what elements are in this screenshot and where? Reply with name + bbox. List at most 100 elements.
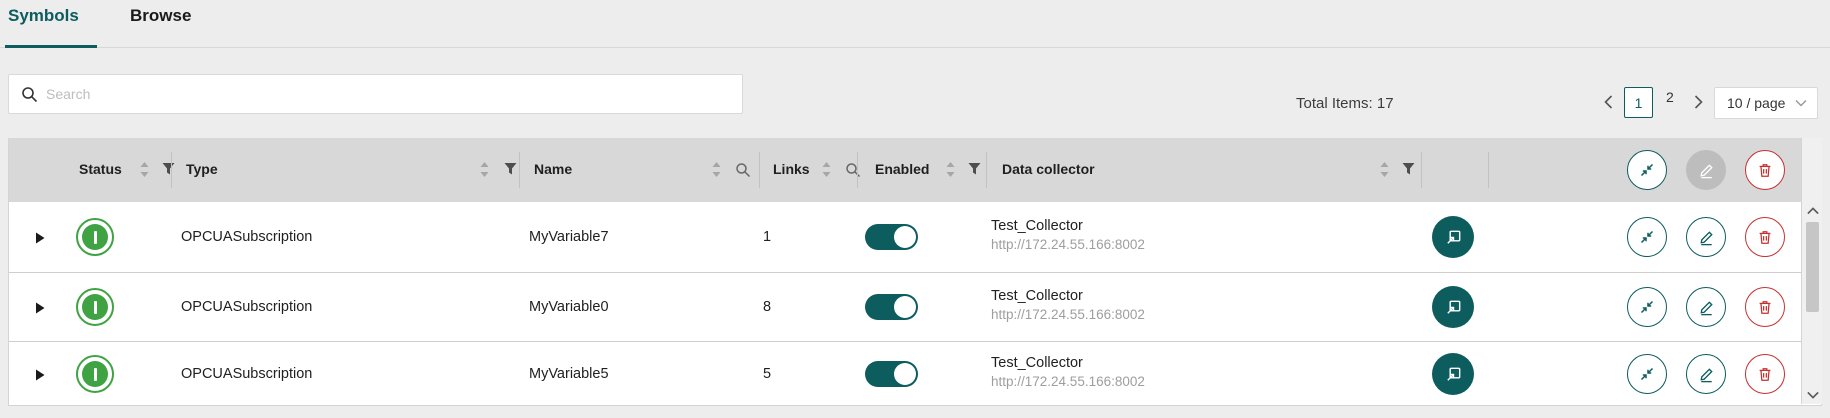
col-header-name[interactable]: Name (534, 161, 572, 177)
pencil-icon (1697, 298, 1716, 317)
scroll-down-icon[interactable] (1805, 388, 1820, 402)
data-collector-cell: Test_Collector http://172.24.55.166:8002 (991, 288, 1145, 322)
prev-page-button[interactable] (1598, 92, 1618, 112)
column-search-icon[interactable] (845, 162, 861, 183)
row-shrink-button[interactable] (1627, 217, 1667, 257)
pencil-icon (1697, 365, 1716, 384)
trash-icon (1756, 298, 1774, 316)
collector-name: Test_Collector (991, 288, 1145, 304)
row-delete-button[interactable] (1745, 354, 1785, 394)
table-row[interactable]: OPCUASubscription MyVariable0 8 Test_Col… (9, 272, 1801, 341)
expand-row-icon[interactable] (35, 301, 45, 313)
row-edit-button[interactable] (1686, 217, 1726, 257)
chevron-down-icon (1795, 99, 1807, 107)
toggle-knob (894, 226, 916, 248)
open-collector-button[interactable] (1432, 353, 1474, 395)
status-badge (76, 355, 114, 393)
scrollbar-thumb[interactable] (1806, 222, 1819, 312)
search-icon (21, 86, 38, 103)
row-delete-button[interactable] (1745, 287, 1785, 327)
col-header-data-collector[interactable]: Data collector (1002, 161, 1095, 177)
next-page-button[interactable] (1688, 92, 1708, 112)
shrink-arrows-icon (1637, 297, 1657, 317)
expand-row-icon[interactable] (35, 231, 45, 243)
shrink-arrows-icon (1637, 160, 1657, 180)
name-cell: MyVariable5 (529, 366, 609, 382)
name-cell: MyVariable0 (529, 299, 609, 315)
links-cell: 1 (763, 229, 771, 245)
page-2-button[interactable]: 2 (1666, 89, 1674, 105)
tabs-divider (0, 47, 1830, 48)
filter-funnel-icon[interactable] (161, 162, 176, 181)
open-collector-button[interactable] (1432, 216, 1474, 258)
open-collector-button[interactable] (1432, 286, 1474, 328)
search-input[interactable] (46, 86, 730, 102)
tab-browse[interactable]: Browse (130, 6, 191, 26)
toggle-knob (894, 363, 916, 385)
type-cell: OPCUASubscription (181, 299, 312, 315)
enabled-toggle[interactable] (865, 224, 918, 250)
pencil-icon (1697, 161, 1716, 180)
sort-carets-icon[interactable] (821, 161, 832, 183)
column-separator (1488, 152, 1489, 188)
filter-funnel-icon[interactable] (967, 162, 982, 181)
row-shrink-button[interactable] (1627, 354, 1667, 394)
tab-symbols[interactable]: Symbols (8, 6, 79, 26)
row-edit-button[interactable] (1686, 287, 1726, 327)
expand-row-icon[interactable] (35, 368, 45, 380)
table-row[interactable]: OPCUASubscription MyVariable7 1 Test_Col… (9, 202, 1801, 272)
collector-name: Test_Collector (991, 218, 1145, 234)
status-badge (76, 218, 114, 256)
page-size-value: 10 / page (1727, 95, 1785, 111)
links-cell: 5 (763, 366, 771, 382)
bulk-shrink-button[interactable] (1627, 150, 1667, 190)
column-search-icon[interactable] (735, 162, 751, 183)
chevron-left-icon (1604, 95, 1613, 109)
bulk-edit-button[interactable] (1686, 150, 1726, 190)
total-items-label: Total Items: 17 (1296, 95, 1394, 112)
trash-icon (1756, 365, 1774, 383)
type-cell: OPCUASubscription (181, 366, 312, 382)
chevron-right-icon (1694, 95, 1703, 109)
row-shrink-button[interactable] (1627, 287, 1667, 327)
symbols-table: Status Type Name Links Enabled Data coll… (8, 138, 1822, 406)
col-header-links[interactable]: Links (773, 161, 810, 177)
data-collector-cell: Test_Collector http://172.24.55.166:8002 (991, 218, 1145, 252)
column-separator (171, 152, 172, 188)
enabled-toggle[interactable] (865, 361, 918, 387)
scroll-up-icon[interactable] (1805, 204, 1820, 218)
column-separator (519, 152, 520, 188)
collector-url: http://172.24.55.166:8002 (991, 237, 1145, 252)
toggle-knob (894, 296, 916, 318)
open-window-icon (1444, 298, 1463, 317)
page-1-button[interactable]: 1 (1624, 87, 1653, 118)
bulk-delete-button[interactable] (1745, 150, 1785, 190)
column-separator (857, 152, 858, 188)
filter-funnel-icon[interactable] (503, 162, 518, 181)
vertical-scrollbar[interactable] (1801, 138, 1822, 404)
col-header-status[interactable]: Status (79, 161, 122, 177)
column-separator (759, 152, 760, 188)
page-size-select[interactable]: 10 / page (1714, 87, 1818, 119)
col-header-enabled[interactable]: Enabled (875, 161, 929, 177)
open-window-icon (1444, 228, 1463, 247)
sort-carets-icon[interactable] (479, 161, 490, 183)
search-box[interactable] (8, 74, 743, 114)
sort-carets-icon[interactable] (139, 161, 150, 183)
enabled-toggle[interactable] (865, 294, 918, 320)
table-row[interactable]: OPCUASubscription MyVariable5 5 Test_Col… (9, 341, 1801, 404)
row-delete-button[interactable] (1745, 217, 1785, 257)
sort-carets-icon[interactable] (1379, 161, 1390, 183)
sort-carets-icon[interactable] (945, 161, 956, 183)
collector-url: http://172.24.55.166:8002 (991, 374, 1145, 389)
trash-icon (1756, 228, 1774, 246)
row-edit-button[interactable] (1686, 354, 1726, 394)
filter-funnel-icon[interactable] (1401, 162, 1416, 181)
column-separator (986, 152, 987, 188)
status-badge (76, 288, 114, 326)
name-cell: MyVariable7 (529, 229, 609, 245)
shrink-arrows-icon (1637, 227, 1657, 247)
col-header-type[interactable]: Type (186, 161, 218, 177)
sort-carets-icon[interactable] (711, 161, 722, 183)
type-cell: OPCUASubscription (181, 229, 312, 245)
